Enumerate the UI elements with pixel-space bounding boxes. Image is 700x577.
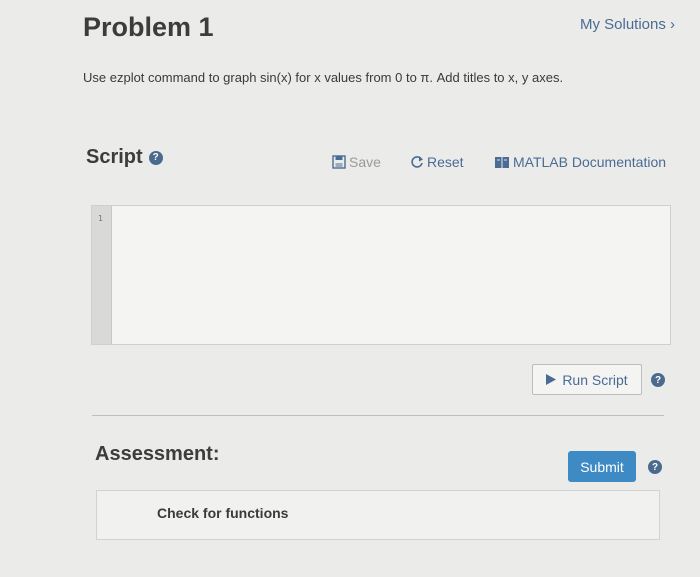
line-number-gutter: 1 xyxy=(92,206,112,344)
problem-description: Use ezplot command to graph sin(x) for x… xyxy=(83,70,564,85)
help-icon[interactable]: ? xyxy=(648,460,662,474)
run-script-button[interactable]: Run Script xyxy=(532,364,642,395)
problem-title: Problem 1 xyxy=(83,12,214,42)
reset-label: Reset xyxy=(427,154,464,170)
my-solutions-label: My Solutions xyxy=(580,16,666,33)
play-icon xyxy=(546,374,557,385)
matlab-documentation-button[interactable]: MATLAB Documentation xyxy=(494,154,666,170)
reset-icon xyxy=(411,156,423,168)
line-number: 1 xyxy=(98,214,103,223)
save-button[interactable]: Save xyxy=(332,154,381,170)
help-icon[interactable]: ? xyxy=(651,373,665,387)
run-script-label: Run Script xyxy=(562,371,628,388)
assessment-item: Check for functions xyxy=(96,490,660,540)
code-editor[interactable]: 1 xyxy=(91,205,671,345)
save-label: Save xyxy=(349,154,381,170)
help-icon[interactable]: ? xyxy=(148,150,163,165)
divider xyxy=(92,415,664,416)
code-content[interactable] xyxy=(118,212,664,338)
documentation-icon xyxy=(495,156,509,168)
script-label: Script xyxy=(86,146,143,168)
submit-button[interactable]: Submit xyxy=(568,451,636,482)
reset-button[interactable]: Reset xyxy=(410,154,464,170)
script-header: Script ? xyxy=(86,146,163,169)
save-icon xyxy=(332,155,346,169)
chevron-right-icon: › xyxy=(670,16,676,33)
assessment-item-label: Check for functions xyxy=(157,505,289,521)
assessment-heading: Assessment: xyxy=(95,443,220,465)
documentation-label: MATLAB Documentation xyxy=(513,154,667,170)
my-solutions-link[interactable]: My Solutions › xyxy=(580,16,675,33)
